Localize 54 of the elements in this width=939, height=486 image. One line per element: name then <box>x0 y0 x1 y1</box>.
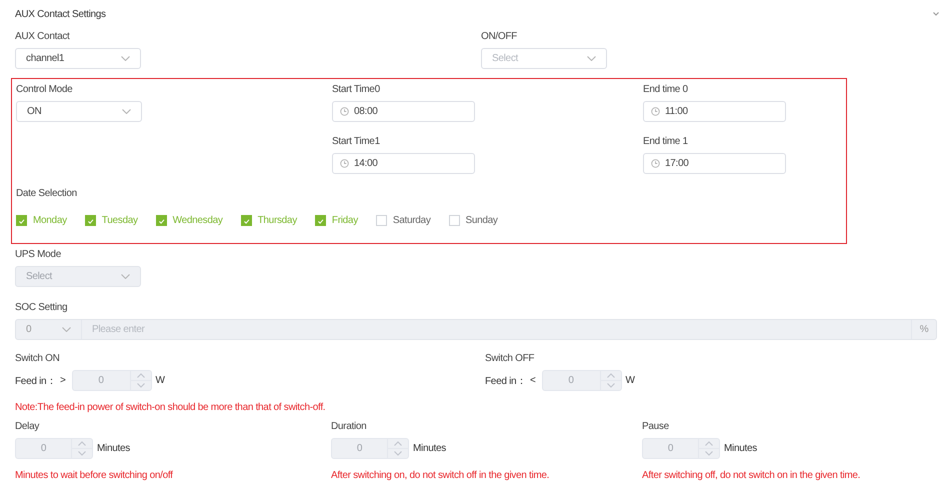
field-label: Duration <box>331 420 368 434</box>
chevron-icon[interactable] <box>933 12 939 16</box>
clock-icon <box>651 107 660 116</box>
field-label: Delay <box>15 420 40 434</box>
day-checkbox[interactable]: Sunday <box>448 214 498 226</box>
unit-label: Minutes <box>413 443 446 454</box>
section-title: AUX Contact Settings <box>15 8 106 20</box>
time-field[interactable]: 17:00 <box>643 153 786 174</box>
day-checkbox[interactable]: Tuesday <box>84 214 138 226</box>
unit-label: W <box>156 375 165 386</box>
select-field[interactable]: channel1 <box>15 48 141 69</box>
select-field[interactable]: Select <box>481 48 607 69</box>
select-field[interactable]: ON <box>16 101 142 122</box>
hint-text: Minutes to wait before switching on/off <box>15 470 174 482</box>
day-checkbox[interactable]: Thursday <box>240 214 297 226</box>
unit-label: Minutes <box>724 443 757 454</box>
field-label: Start Time0 <box>332 83 381 97</box>
hint-text: After switching off, do not switch on in the given time. <box>642 470 862 482</box>
comparator-label: < <box>530 375 536 386</box>
time-field[interactable]: 08:00 <box>332 101 475 122</box>
chevron-down-icon <box>121 56 130 61</box>
chevron-down-icon <box>62 327 71 332</box>
note-text: Note:The feed-in power of switch-on should be more than that of switch-off. <box>15 401 326 415</box>
field-label: Pause <box>642 420 670 434</box>
field-label: Control Mode <box>16 83 74 97</box>
field-label: AUX Contact <box>15 30 71 44</box>
field-label: End time 0 <box>643 83 689 97</box>
day-checkbox[interactable]: Monday <box>16 214 67 226</box>
field-label: Switch OFF <box>485 352 536 366</box>
field-label: UPS Mode <box>15 248 62 262</box>
hint-text: After switching on, do not switch off in the given time. <box>331 470 550 482</box>
day-checkbox[interactable]: Saturday <box>376 214 431 226</box>
day-checkbox[interactable]: Friday <box>314 214 358 226</box>
feed-in-label: Feed in： <box>15 374 56 388</box>
chevron-down-icon <box>121 274 130 279</box>
time-field[interactable]: 14:00 <box>332 153 475 174</box>
field-label: ON/OFF <box>481 30 518 44</box>
comparator-label: > <box>60 375 66 386</box>
clock-icon <box>340 107 349 116</box>
unit-label: Minutes <box>97 443 130 454</box>
chevron-down-icon <box>122 109 131 114</box>
chevron-down-icon <box>587 56 596 61</box>
clock-icon <box>651 159 660 168</box>
field-label: Date Selection <box>16 187 78 201</box>
unit-label: W <box>626 375 635 386</box>
time-field[interactable]: 11:00 <box>643 101 786 122</box>
day-checkbox[interactable]: Wednesday <box>156 214 223 226</box>
field-label: SOC Setting <box>15 301 68 315</box>
unit-label: % <box>911 320 936 339</box>
feed-in-label: Feed in： <box>485 374 526 388</box>
clock-icon <box>340 159 349 168</box>
field-label: Start Time1 <box>332 135 381 149</box>
field-label: Switch ON <box>15 352 61 366</box>
field-label: End time 1 <box>643 135 689 149</box>
